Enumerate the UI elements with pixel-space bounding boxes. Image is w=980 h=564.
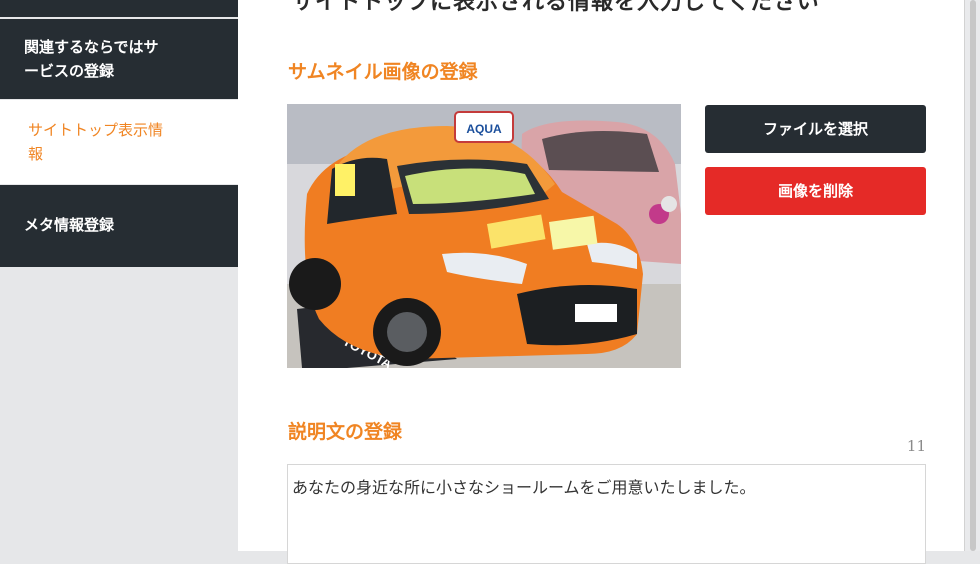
sidebar-item-previous[interactable] — [0, 0, 238, 17]
thumbnail-section-title: サムネイル画像の登録 — [288, 61, 478, 83]
sidebar-item-label: サイトトップ表示情 — [28, 121, 164, 139]
sidebar-item-site-top-info[interactable]: サイトトップ表示情 報 — [0, 100, 238, 184]
sidebar-item-label: ービスの登録 — [24, 62, 115, 80]
delete-image-button[interactable]: 画像を削除 — [705, 167, 926, 215]
description-textarea[interactable]: あなたの身近な所に小さなショールームをご用意いたしました。 — [287, 464, 926, 564]
aqua-sign-text: AQUA — [466, 122, 502, 136]
car-photo-illustration: TOYOTA AQUA — [287, 104, 681, 368]
sidebar-item-meta-info[interactable]: メタ情報登録 — [0, 185, 238, 267]
sidebar-item-label: メタ情報登録 — [24, 216, 115, 234]
select-file-button[interactable]: ファイルを選択 — [705, 105, 926, 153]
sidebar-item-related-services[interactable]: 関連するならではサ ービスの登録 — [0, 19, 238, 99]
sidebar-item-label: 報 — [28, 145, 44, 163]
sidebar-item-label: 関連するならではサ — [24, 38, 159, 56]
sidebar: 関連するならではサ ービスの登録 サイトトップ表示情 報 メタ情報登録 — [0, 0, 238, 551]
scrollbar[interactable] — [964, 0, 980, 551]
character-counter: 11 — [906, 437, 926, 455]
scrollbar-thumb[interactable] — [970, 0, 976, 551]
thumbnail-image: TOYOTA AQUA — [287, 104, 681, 368]
page-heading: サイトトップに表示される情報を入力してください — [292, 0, 820, 15]
description-section-title: 説明文の登録 — [288, 421, 403, 443]
